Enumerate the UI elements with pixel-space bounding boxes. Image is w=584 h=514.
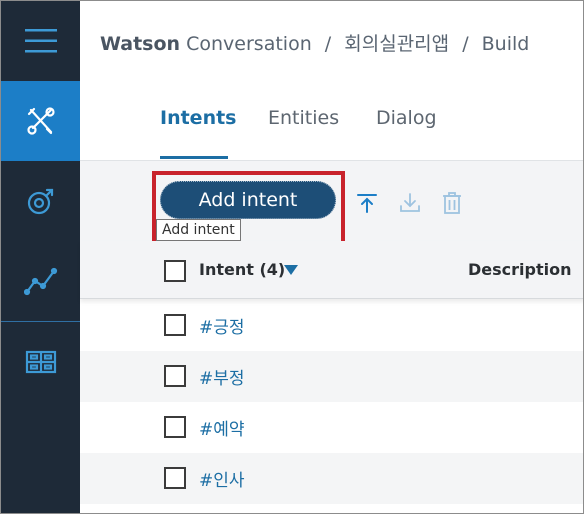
sort-down-icon[interactable] (284, 265, 298, 275)
breadcrumb-separator: / (324, 33, 332, 55)
download-button[interactable] (398, 191, 422, 215)
tab-dialog[interactable]: Dialog (376, 107, 437, 129)
row-checkbox[interactable] (164, 365, 186, 387)
upload-icon (357, 194, 377, 213)
intent-link[interactable]: #인사 (199, 466, 245, 491)
breadcrumb-brand[interactable]: Watson (100, 33, 180, 55)
table-row[interactable]: #부정 (80, 351, 583, 402)
sidebar-item-improve[interactable] (1, 161, 80, 241)
sidebar-item-analytics[interactable] (1, 241, 80, 321)
menu-button[interactable] (1, 1, 80, 81)
table-header: Intent (4) Description (80, 241, 583, 299)
app-window: Watson Conversation / 회의실관리앱 / Build Int… (0, 0, 584, 514)
row-checkbox[interactable] (164, 467, 186, 489)
breadcrumb-workspace[interactable]: 회의실관리앱 (344, 33, 449, 55)
breadcrumb-section: Build (481, 33, 530, 55)
intent-link[interactable]: #예약 (199, 415, 245, 440)
description-column-header[interactable]: Description (468, 260, 571, 279)
row-checkbox[interactable] (164, 314, 186, 336)
upload-button[interactable] (355, 191, 379, 215)
intent-link[interactable]: #부정 (199, 364, 245, 389)
add-intent-tooltip: Add intent (156, 219, 241, 241)
improve-icon (27, 188, 53, 215)
analytics-icon (23, 267, 57, 296)
tab-intents[interactable]: Intents (160, 107, 236, 129)
sidebar-item-deploy[interactable] (1, 322, 80, 402)
row-checkbox[interactable] (164, 416, 186, 438)
deploy-icon (25, 350, 56, 374)
tools-icon (26, 107, 55, 135)
table-row[interactable]: #예약 (80, 402, 583, 453)
sidebar (1, 1, 80, 513)
sidebar-item-build[interactable] (1, 81, 80, 161)
breadcrumb-product[interactable]: Conversation (186, 33, 312, 55)
table-row[interactable]: #인사 (80, 453, 583, 504)
breadcrumb-separator: / (462, 33, 469, 55)
main-panel: Watson Conversation / 회의실관리앱 / Build Int… (80, 1, 583, 513)
table-row[interactable]: #긍정 (80, 300, 583, 351)
download-icon (400, 193, 420, 212)
trash-icon (443, 192, 461, 214)
breadcrumb: Watson Conversation / 회의실관리앱 / Build (100, 29, 529, 56)
active-tab-indicator (160, 156, 228, 159)
delete-button[interactable] (440, 191, 464, 215)
tab-entities[interactable]: Entities (268, 107, 339, 129)
intent-link[interactable]: #긍정 (199, 313, 245, 338)
select-all-checkbox[interactable] (164, 260, 186, 282)
menu-icon (24, 29, 57, 53)
intent-column-header[interactable]: Intent (4) (199, 260, 285, 279)
